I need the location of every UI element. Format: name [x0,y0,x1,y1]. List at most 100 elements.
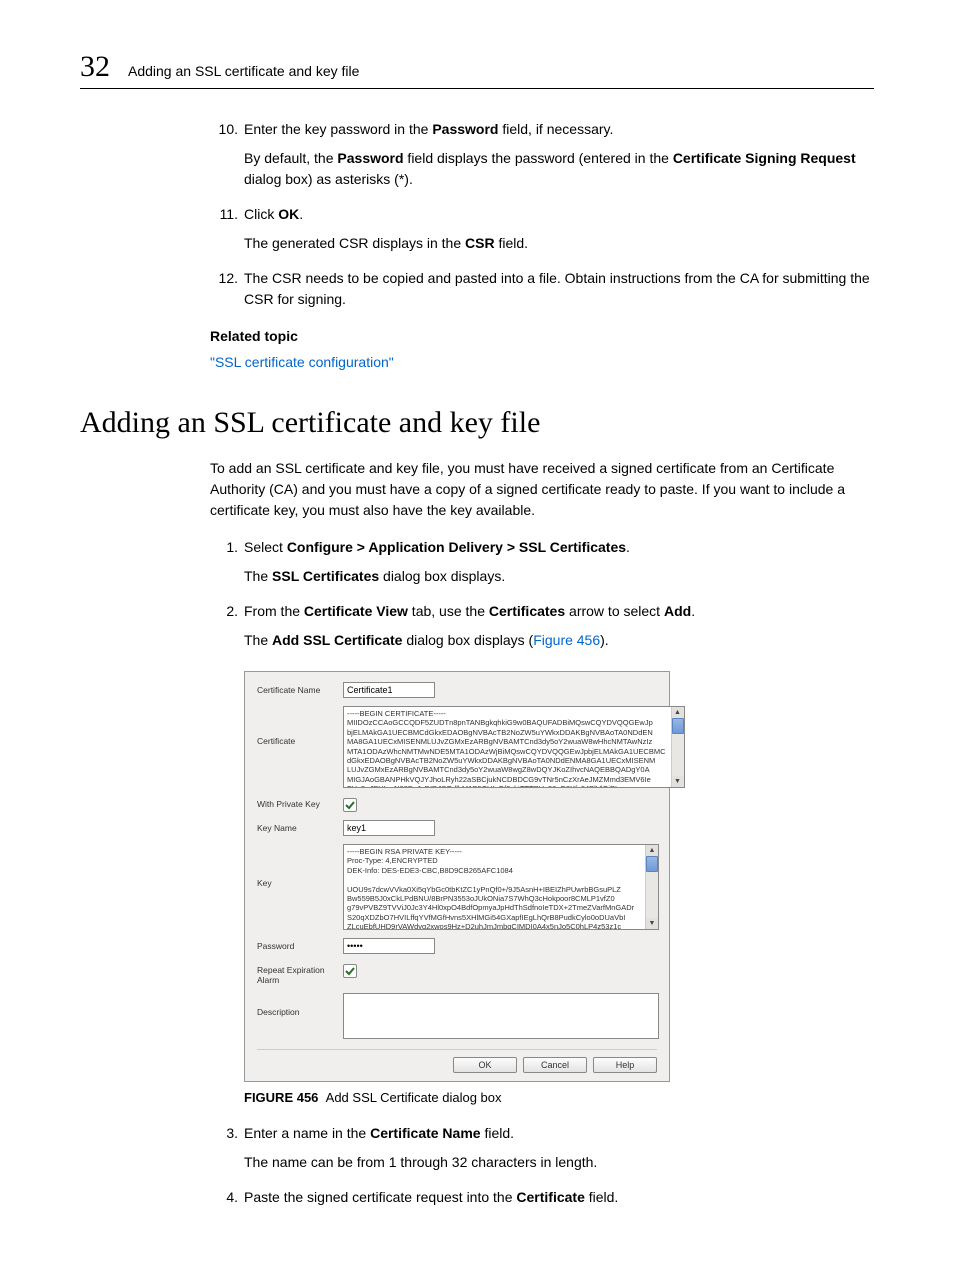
dialog-button-row: OK Cancel Help [257,1049,657,1073]
scroll-thumb[interactable] [646,856,658,872]
step-4: 4. Paste the signed certificate request … [210,1187,874,1208]
text: arrow to select [565,603,664,619]
step-12: 12. The CSR needs to be copied and paste… [210,268,874,310]
step-number: 3. [210,1123,244,1144]
text: The [244,632,272,648]
content-lower: To add an SSL certificate and key file, … [210,458,874,1208]
certificate-textarea[interactable]: -----BEGIN CERTIFICATE----- MIIDOzCCAoGC… [343,706,685,788]
step-number: 4. [210,1187,244,1208]
step-text: Click OK. [244,204,874,225]
intro-paragraph: To add an SSL certificate and key file, … [210,458,874,521]
text: . [691,603,695,619]
figure-label: FIGURE 456 [244,1090,318,1105]
related-topic-link[interactable]: "SSL certificate configuration" [210,354,874,370]
step-1: 1. Select Configure > Application Delive… [210,537,874,558]
scroll-up-icon[interactable]: ▲ [672,707,684,718]
step-text: The CSR needs to be copied and pasted in… [244,268,874,310]
bold: Add SSL Certificate [272,632,402,648]
scrollbar[interactable]: ▲ ▼ [645,845,658,929]
step-text: Paste the signed certificate request int… [244,1187,874,1208]
bold: Password [337,150,403,166]
text: The [244,568,272,584]
scroll-thumb[interactable] [672,718,684,734]
figure-caption-text: Add SSL Certificate dialog box [326,1090,502,1105]
bold: SSL Certificates [272,568,379,584]
text: Enter the key password in the [244,121,432,137]
step-text: Enter a name in the Certificate Name fie… [244,1123,874,1144]
key-textarea[interactable]: -----BEGIN RSA PRIVATE KEY----- Proc-Typ… [343,844,659,930]
text: dialog box) as asterisks (*). [244,171,413,187]
bold: Password [432,121,498,137]
repeat-expiration-checkbox[interactable] [343,964,357,978]
label-key: Key [257,844,343,888]
page-number: 32 [80,50,110,84]
text: From the [244,603,304,619]
step-number: 2. [210,601,244,622]
label-description: Description [257,993,343,1017]
related-topic-heading: Related topic [210,328,874,344]
step-number: 1. [210,537,244,558]
text: dialog box displays. [379,568,505,584]
step-text: Enter the key password in the Password f… [244,119,874,140]
scroll-down-icon[interactable]: ▼ [646,918,658,929]
text: field displays the password (entered in … [404,150,673,166]
bold: Certificate Signing Request [673,150,856,166]
certificate-name-field[interactable] [343,682,435,698]
step-3-sub: The name can be from 1 through 32 charac… [244,1152,874,1173]
step-3: 3. Enter a name in the Certificate Name … [210,1123,874,1144]
text: By default, the [244,150,337,166]
page-header-title: Adding an SSL certificate and key file [128,63,359,79]
bold: Add [664,603,691,619]
text: ). [600,632,609,648]
bold: CSR [465,235,495,251]
step-10: 10. Enter the key password in the Passwo… [210,119,874,140]
bold: Certificates [489,603,565,619]
text: Enter a name in the [244,1125,370,1141]
text: field, if necessary. [498,121,613,137]
bold: OK [278,206,299,222]
figure-link[interactable]: Figure 456 [533,632,600,648]
step-2: 2. From the Certificate View tab, use th… [210,601,874,622]
label-key-name: Key Name [257,820,343,833]
step-1-sub: The SSL Certificates dialog box displays… [244,566,874,587]
text: Select [244,539,287,555]
step-text: From the Certificate View tab, use the C… [244,601,874,622]
key-name-field[interactable] [343,820,435,836]
step-number: 12. [210,268,244,310]
scrollbar[interactable]: ▲ ▼ [671,707,684,787]
text: . [299,206,303,222]
text: field. [585,1189,618,1205]
text: field. [481,1125,514,1141]
password-field[interactable] [343,938,435,954]
section-heading: Adding an SSL certificate and key file [80,406,874,440]
label-password: Password [257,938,343,951]
text: . [626,539,630,555]
ok-button[interactable]: OK [453,1057,517,1073]
key-text: -----BEGIN RSA PRIVATE KEY----- Proc-Typ… [344,845,645,929]
bold: Configure > Application Delivery > SSL C… [287,539,626,555]
step-text: Select Configure > Application Delivery … [244,537,874,558]
step-10-sub: By default, the Password field displays … [244,148,874,190]
bold: Certificate Name [370,1125,481,1141]
step-11-sub: The generated CSR displays in the CSR fi… [244,233,874,254]
certificate-text: -----BEGIN CERTIFICATE----- MIIDOzCCAoGC… [344,707,671,787]
step-number: 11. [210,204,244,225]
text: Paste the signed certificate request int… [244,1189,516,1205]
with-private-key-checkbox[interactable] [343,798,357,812]
step-11: 11. Click OK. [210,204,874,225]
text: field. [495,235,528,251]
scroll-down-icon[interactable]: ▼ [672,776,684,787]
figure-caption: FIGURE 456 Add SSL Certificate dialog bo… [244,1090,874,1105]
text: Click [244,206,278,222]
help-button[interactable]: Help [593,1057,657,1073]
step-2-sub: The Add SSL Certificate dialog box displ… [244,630,874,651]
text: dialog box displays ( [402,632,533,648]
text: The generated CSR displays in the [244,235,465,251]
scroll-up-icon[interactable]: ▲ [646,845,658,856]
label-with-private-key: With Private Key [257,796,343,809]
text: tab, use the [408,603,489,619]
description-textarea[interactable] [343,993,659,1039]
cancel-button[interactable]: Cancel [523,1057,587,1073]
add-ssl-certificate-dialog: Certificate Name Certificate -----BEGIN … [244,671,670,1082]
page-header: 32 Adding an SSL certificate and key fil… [80,50,874,89]
